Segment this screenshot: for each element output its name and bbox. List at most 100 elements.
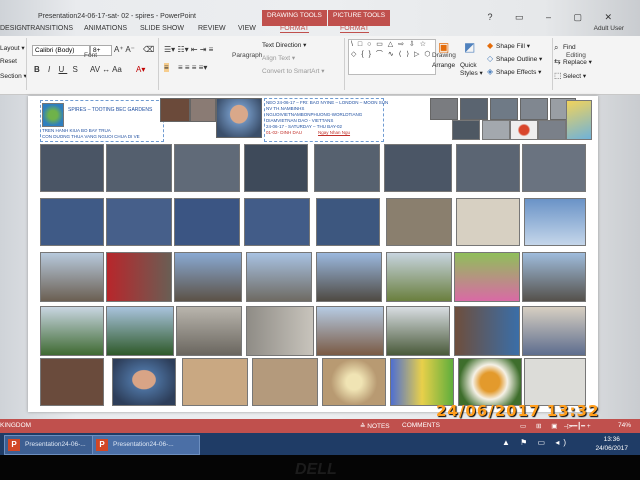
- photo-thumb[interactable]: [322, 358, 386, 406]
- zoom-level[interactable]: 74%: [618, 422, 631, 429]
- header-right-link[interactable]: Ngay Nhan Ngu: [318, 130, 350, 135]
- photo-thumb[interactable]: [314, 144, 380, 192]
- shape-effects-button[interactable]: Shape Effects ▾: [496, 68, 541, 76]
- tab-format-picture[interactable]: FORMAT: [340, 25, 370, 33]
- comments-button[interactable]: COMMENTS: [402, 422, 440, 429]
- photo-thumb[interactable]: [456, 198, 520, 246]
- photo-thumb[interactable]: [40, 252, 104, 302]
- photo-thumb[interactable]: [316, 198, 380, 246]
- photo-thumb[interactable]: [244, 198, 310, 246]
- photo-thumb[interactable]: [316, 252, 382, 302]
- photo-thumb[interactable]: [106, 144, 172, 192]
- quick-styles-icon[interactable]: ◩: [464, 40, 475, 54]
- reset-button[interactable]: Reset: [0, 58, 17, 65]
- tab-transitions[interactable]: TRANSITIONS: [26, 25, 73, 32]
- photo-thumb[interactable]: [390, 358, 454, 406]
- arrange-button[interactable]: Arrange: [432, 62, 455, 69]
- photo-thumb[interactable]: [522, 252, 586, 302]
- header-portrait[interactable]: [216, 98, 262, 138]
- shapes-gallery[interactable]: \ □ ○ ▭ △ ⇨ ⇩ ☆ ◇ { } ⌒ ∿ ⟨ ⟩ ▷ ⬡: [348, 39, 436, 75]
- slide-canvas[interactable]: SPIRES – TOOTING BEC GARDENS TREN HANH K…: [28, 96, 598, 412]
- photo-thumb[interactable]: [106, 198, 172, 246]
- photo-thumb[interactable]: [182, 358, 248, 406]
- photo-thumb[interactable]: [106, 306, 174, 356]
- photo-thumb[interactable]: [316, 306, 384, 356]
- header-photo-1[interactable]: [160, 98, 190, 122]
- photo-thumb[interactable]: [454, 252, 520, 302]
- photo-thumb[interactable]: [524, 198, 586, 246]
- photo-thumb[interactable]: [40, 198, 104, 246]
- header-thumb[interactable]: [482, 120, 510, 140]
- user-account[interactable]: Adult User: [594, 25, 624, 32]
- grow-font-icon[interactable]: A⁺ A⁻: [114, 45, 135, 54]
- align-left-icon[interactable]: ≡: [164, 63, 169, 72]
- tab-format-drawing[interactable]: FORMAT: [280, 25, 310, 33]
- clear-format-icon[interactable]: ⌫: [143, 45, 154, 54]
- tab-slide-show[interactable]: SLIDE SHOW: [140, 25, 184, 32]
- photo-thumb[interactable]: [386, 306, 450, 356]
- photo-thumb[interactable]: [524, 358, 586, 406]
- header-thumb[interactable]: [490, 98, 518, 120]
- map-thumb[interactable]: [566, 100, 592, 140]
- globe-logo[interactable]: [42, 103, 64, 127]
- photo-thumb[interactable]: [246, 252, 312, 302]
- quick-styles-button[interactable]: Quick Styles ▾: [460, 62, 488, 78]
- photo-thumb[interactable]: [176, 306, 242, 356]
- header-thumb[interactable]: [510, 120, 538, 140]
- photo-thumb[interactable]: [252, 358, 318, 406]
- photo-thumb[interactable]: [454, 306, 520, 356]
- photo-thumb[interactable]: [40, 358, 104, 406]
- font-name-box[interactable]: Calibri (Body): [32, 45, 90, 56]
- replace-button[interactable]: Replace ▾: [563, 58, 592, 66]
- section-button[interactable]: Section ▾: [0, 72, 27, 80]
- char-spacing-icon[interactable]: AV ↔ Aa: [90, 65, 122, 74]
- shape-fill-button[interactable]: Shape Fill ▾: [496, 42, 530, 50]
- photo-thumb[interactable]: [40, 144, 104, 192]
- text-direction-button[interactable]: Text Direction ▾: [262, 41, 306, 49]
- photo-thumb[interactable]: [246, 306, 314, 356]
- convert-smartart-button[interactable]: Convert to SmartArt ▾: [262, 67, 325, 75]
- photo-thumb[interactable]: [522, 306, 586, 356]
- align-icons[interactable]: ≡ ≡ ≡ ≡▾: [178, 63, 207, 72]
- photo-thumb[interactable]: [174, 144, 240, 192]
- tab-review[interactable]: REVIEW: [198, 25, 226, 32]
- window-controls[interactable]: ? ▭ – ▢ ✕: [487, 12, 622, 23]
- find-button[interactable]: Find: [563, 44, 576, 51]
- header-photo-2[interactable]: [190, 98, 216, 122]
- bold-italic-underline-icon[interactable]: B I U S: [34, 65, 81, 74]
- font-color-icon[interactable]: A▾: [136, 65, 145, 74]
- photo-thumb[interactable]: [174, 198, 240, 246]
- bullets-icon[interactable]: ☰▾ ☷▾ ⇤ ⇥ ≡: [164, 45, 213, 54]
- photo-thumb[interactable]: [174, 252, 242, 302]
- taskbar: P Presentation24-06-... P Presentation24…: [0, 433, 640, 455]
- photo-thumb[interactable]: [40, 306, 104, 356]
- header-thumb[interactable]: [430, 98, 458, 120]
- taskbar-clock[interactable]: 13:36 24/06/2017: [595, 435, 628, 453]
- shape-outline-button[interactable]: Shape Outline ▾: [496, 55, 542, 63]
- header-thumb[interactable]: [520, 98, 548, 120]
- photo-thumb[interactable]: [106, 252, 172, 302]
- photo-thumb[interactable]: [386, 252, 452, 302]
- photo-thumb[interactable]: [112, 358, 176, 406]
- tab-view[interactable]: VIEW: [238, 25, 256, 32]
- zoom-slider[interactable]: – ━━┃━ +: [564, 422, 591, 430]
- notes-button[interactable]: ≙ NOTES: [360, 422, 390, 430]
- taskbar-button-presentation-2[interactable]: P Presentation24-06-...: [92, 435, 200, 455]
- header-thumb[interactable]: [452, 120, 480, 140]
- photo-thumb[interactable]: [244, 144, 308, 192]
- layout-button[interactable]: Layout ▾: [0, 44, 25, 52]
- align-text-button[interactable]: Align Text ▾: [262, 54, 295, 62]
- photo-thumb[interactable]: [386, 198, 452, 246]
- tab-design[interactable]: DESIGN: [0, 25, 27, 32]
- system-tray-icons[interactable]: ▲ ⚑ ▭ ◂): [502, 438, 570, 447]
- photo-thumb[interactable]: [384, 144, 452, 192]
- photo-thumb[interactable]: [456, 144, 520, 192]
- header-thumb[interactable]: [460, 98, 488, 120]
- header-thumb[interactable]: [538, 120, 566, 140]
- tab-animations[interactable]: ANIMATIONS: [84, 25, 127, 32]
- photo-thumb[interactable]: [522, 144, 586, 192]
- taskbar-button-presentation-1[interactable]: P Presentation24-06-...: [4, 435, 106, 455]
- clock-time: 13:36: [603, 436, 620, 443]
- select-button[interactable]: Select ▾: [563, 72, 586, 80]
- photo-thumb[interactable]: [458, 358, 522, 406]
